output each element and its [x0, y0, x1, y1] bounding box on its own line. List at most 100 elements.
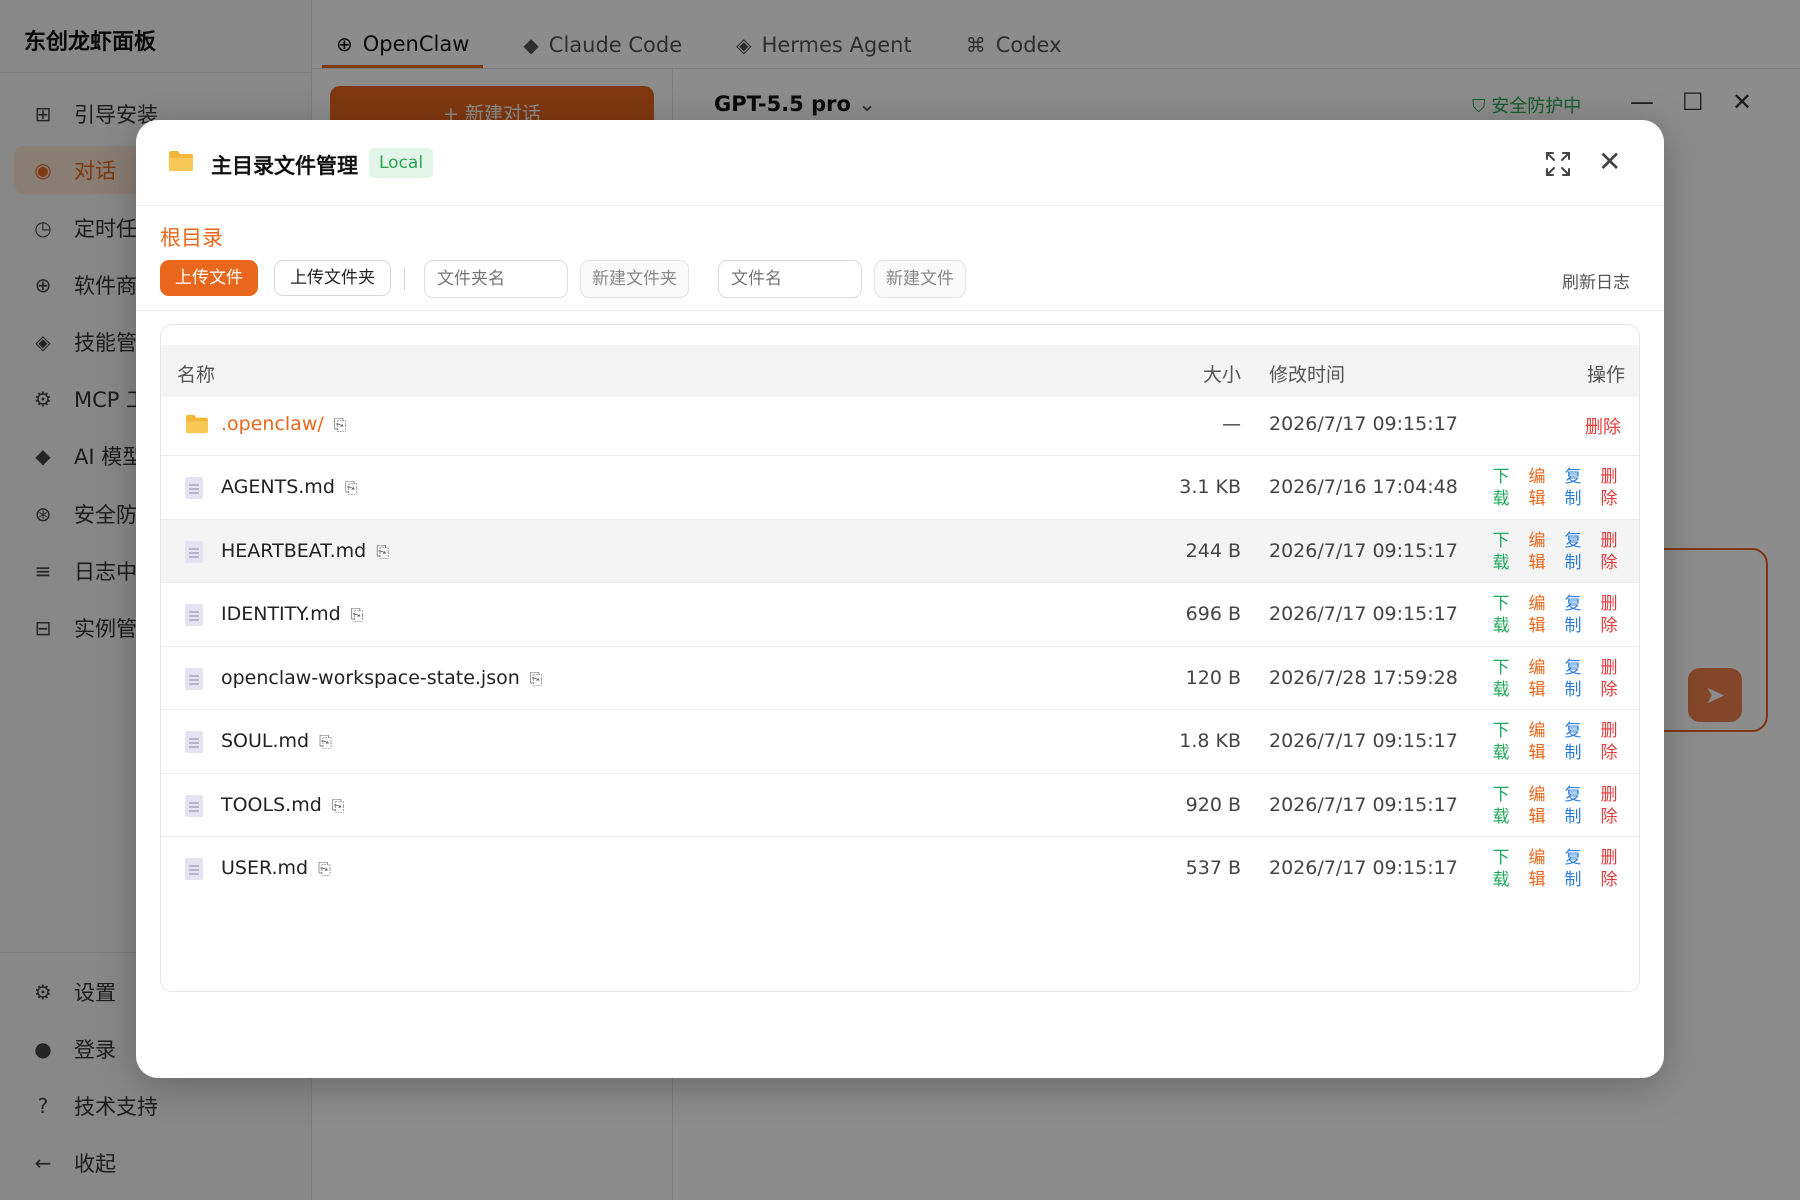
file-size: 920 B: [1185, 794, 1241, 816]
new-file-button[interactable]: 新建文件: [874, 260, 966, 298]
copy-link[interactable]: 复制: [1563, 847, 1583, 891]
refresh-log-button[interactable]: 刷新日志: [1562, 268, 1630, 293]
table-row[interactable]: HEARTBEAT.md ⎘ 244 B 2026/7/17 09:15:17 下载编辑…: [161, 519, 1639, 583]
row-actions: 下载编辑复制删除: [1491, 784, 1625, 828]
download-link[interactable]: 下载: [1491, 847, 1511, 891]
delete-link[interactable]: 删除: [1585, 413, 1621, 439]
copy-path-icon[interactable]: ⎘: [334, 415, 347, 435]
divider: [404, 268, 405, 290]
table-row[interactable]: SOUL.md ⎘ 1.8 KB 2026/7/17 09:15:17 下载编辑复制删除: [161, 709, 1639, 773]
copy-link[interactable]: 复制: [1563, 657, 1583, 701]
copy-path-icon[interactable]: ⎘: [345, 478, 358, 498]
delete-link[interactable]: 删除: [1599, 657, 1619, 701]
file-name-link[interactable]: IDENTITY.md ⎘: [221, 603, 363, 625]
action-char: 删: [1600, 785, 1618, 805]
download-link[interactable]: 下载: [1491, 784, 1511, 828]
dialog-header: 主目录文件管理 Local ✕: [136, 120, 1664, 206]
fullscreen-icon[interactable]: [1544, 150, 1572, 178]
edit-link[interactable]: 编辑: [1527, 784, 1547, 828]
delete-link[interactable]: 删除: [1599, 466, 1619, 510]
action-char: 删: [1600, 531, 1618, 551]
action-char: 下: [1492, 658, 1510, 678]
file-name: IDENTITY.md: [221, 603, 341, 625]
download-link[interactable]: 下载: [1491, 593, 1511, 637]
download-link[interactable]: 下载: [1491, 657, 1511, 701]
action-char: 载: [1492, 743, 1510, 763]
file-size: 244 B: [1185, 540, 1241, 562]
close-icon[interactable]: ✕: [1598, 148, 1621, 176]
file-name-link[interactable]: AGENTS.md ⎘: [221, 476, 358, 498]
action-char: 制: [1564, 807, 1582, 827]
copy-link[interactable]: 复制: [1563, 720, 1583, 764]
action-char: 下: [1492, 531, 1510, 551]
edit-link[interactable]: 编辑: [1527, 847, 1547, 891]
file-name-link[interactable]: SOUL.md ⎘: [221, 730, 332, 752]
file-name: .openclaw/: [221, 413, 324, 435]
folder-name-input[interactable]: [424, 260, 568, 298]
action-char: 辑: [1528, 489, 1546, 509]
file-modified: 2026/7/17 09:15:17: [1269, 857, 1458, 879]
edit-link[interactable]: 编辑: [1527, 466, 1547, 510]
breadcrumb[interactable]: 根目录: [160, 222, 223, 252]
delete-link[interactable]: 删除: [1599, 720, 1619, 764]
file-name-link[interactable]: .openclaw/ ⎘: [221, 413, 347, 435]
column-header-name: 名称: [177, 364, 216, 386]
row-actions: 下载编辑复制删除: [1491, 466, 1625, 510]
document-icon: [185, 604, 203, 626]
action-char: 复: [1564, 848, 1582, 868]
table-row[interactable]: openclaw-workspace-state.json ⎘ 120 B 2026/…: [161, 646, 1639, 710]
copy-path-icon[interactable]: ⎘: [530, 669, 543, 689]
table-row[interactable]: TOOLS.md ⎘ 920 B 2026/7/17 09:15:17 下载编辑复制删除: [161, 773, 1639, 837]
edit-link[interactable]: 编辑: [1527, 657, 1547, 701]
file-modified: 2026/7/17 09:15:17: [1269, 730, 1458, 752]
copy-link[interactable]: 复制: [1563, 466, 1583, 510]
action-char: 载: [1492, 616, 1510, 636]
copy-path-icon[interactable]: ⎘: [319, 732, 332, 752]
file-toolbar: 上传文件 上传文件夹 新建文件夹 新建文件 刷新日志: [160, 260, 1640, 298]
download-link[interactable]: 下载: [1491, 530, 1511, 574]
action-char: 复: [1564, 594, 1582, 614]
new-folder-button[interactable]: 新建文件夹: [580, 260, 689, 298]
folder-icon: [169, 151, 193, 171]
upload-folder-button[interactable]: 上传文件夹: [274, 260, 391, 296]
document-icon: [185, 541, 203, 563]
file-name-link[interactable]: TOOLS.md ⎘: [221, 794, 345, 816]
file-name-link[interactable]: openclaw-workspace-state.json ⎘: [221, 667, 543, 689]
table-row[interactable]: IDENTITY.md ⎘ 696 B 2026/7/17 09:15:17 下载编辑复…: [161, 582, 1639, 646]
table-row[interactable]: AGENTS.md ⎘ 3.1 KB 2026/7/16 17:04:48 下载编辑复制…: [161, 455, 1639, 519]
row-actions: 下载编辑复制删除: [1491, 593, 1625, 637]
copy-path-icon[interactable]: ⎘: [332, 796, 345, 816]
action-char: 删: [1600, 467, 1618, 487]
download-link[interactable]: 下载: [1491, 466, 1511, 510]
action-char: 辑: [1528, 616, 1546, 636]
file-name: TOOLS.md: [221, 794, 322, 816]
edit-link[interactable]: 编辑: [1527, 593, 1547, 637]
action-char: 编: [1528, 594, 1546, 614]
copy-link[interactable]: 复制: [1563, 784, 1583, 828]
action-char: 下: [1492, 467, 1510, 487]
file-modified: 2026/7/17 09:15:17: [1269, 794, 1458, 816]
edit-link[interactable]: 编辑: [1527, 530, 1547, 574]
copy-link[interactable]: 复制: [1563, 593, 1583, 637]
table-row-folder[interactable]: .openclaw/ ⎘ — 2026/7/17 09:15:17 删除: [161, 397, 1639, 455]
file-name-input[interactable]: [718, 260, 862, 298]
upload-file-button[interactable]: 上传文件: [160, 260, 258, 296]
delete-link[interactable]: 删除: [1599, 530, 1619, 574]
table-row[interactable]: USER.md ⎘ 537 B 2026/7/17 09:15:17 下载编辑复制删除: [161, 836, 1639, 900]
column-header-size: 大小: [1202, 364, 1241, 386]
file-name-link[interactable]: USER.md ⎘: [221, 857, 331, 879]
copy-path-icon[interactable]: ⎘: [318, 859, 331, 879]
delete-link[interactable]: 删除: [1599, 784, 1619, 828]
action-char: 载: [1492, 870, 1510, 890]
divider: [136, 310, 1664, 311]
file-modified: 2026/7/17 09:15:17: [1269, 603, 1458, 625]
copy-path-icon[interactable]: ⎘: [351, 605, 364, 625]
file-name-link[interactable]: HEARTBEAT.md ⎘: [221, 540, 389, 562]
delete-link[interactable]: 删除: [1599, 593, 1619, 637]
delete-link[interactable]: 删除: [1599, 847, 1619, 891]
download-link[interactable]: 下载: [1491, 720, 1511, 764]
file-name: SOUL.md: [221, 730, 310, 752]
copy-path-icon[interactable]: ⎘: [376, 542, 389, 562]
edit-link[interactable]: 编辑: [1527, 720, 1547, 764]
copy-link[interactable]: 复制: [1563, 530, 1583, 574]
